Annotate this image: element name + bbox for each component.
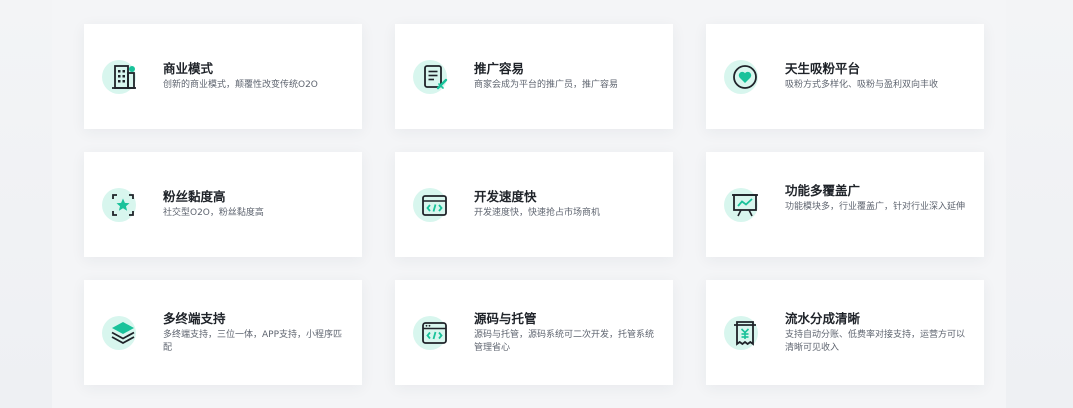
feature-title: 粉丝黏度高 xyxy=(163,189,226,204)
feature-card-fan-stickiness: 粉丝黏度高 社交型O2O，粉丝黏度高 xyxy=(84,152,362,257)
feature-description: 吸粉方式多样化、吸粉与盈利双向丰收 xyxy=(785,80,939,90)
feature-description: 创新的商业模式，颠覆性改变传统O2O xyxy=(163,80,318,90)
feature-description: 社交型O2O，粉丝黏度高 xyxy=(163,208,264,218)
feature-description: 商家会成为平台的推广员，推广容易 xyxy=(474,80,619,90)
document-edit-icon xyxy=(413,57,453,97)
feature-description: 多终端支持，三位一体，APP支持，小程序匹配 xyxy=(163,330,343,353)
feature-title: 推广容易 xyxy=(474,61,525,76)
feature-card-clear-revenue-split: 流水分成清晰 支持自动分账、低费率对接支持，运营方可以清晰可见收入 xyxy=(706,280,984,385)
feature-card-fan-platform: 天生吸粉平台 吸粉方式多样化、吸粉与盈利双向丰收 xyxy=(706,24,984,129)
feature-title: 天生吸粉平台 xyxy=(785,61,861,76)
feature-card-fast-development: 开发速度快 开发速度快，快速抢占市场商机 xyxy=(395,152,673,257)
layers-icon xyxy=(102,313,142,353)
building-icon xyxy=(102,57,142,97)
receipt-icon xyxy=(724,313,764,353)
presentation-chart-icon xyxy=(724,185,764,225)
feature-description: 功能模块多，行业覆盖广，针对行业深入延伸 xyxy=(785,202,966,212)
feature-card-source-hosting: 源码与托管 源码与托管，源码系统可二次开发，托管系统管理省心 xyxy=(395,280,673,385)
feature-title: 多终端支持 xyxy=(163,311,226,326)
feature-description: 支持自动分账、低费率对接支持，运营方可以清晰可见收入 xyxy=(785,330,966,353)
code-window-icon xyxy=(413,185,453,225)
feature-card-wide-coverage: 功能多覆盖广 功能模块多，行业覆盖广，针对行业深入延伸 xyxy=(706,152,984,257)
feature-title: 源码与托管 xyxy=(474,311,537,326)
heart-icon xyxy=(724,57,764,97)
feature-description: 开发速度快，快速抢占市场商机 xyxy=(474,208,601,218)
feature-card-easy-promotion: 推广容易 商家会成为平台的推广员，推广容易 xyxy=(395,24,673,129)
feature-title: 流水分成清晰 xyxy=(785,311,861,326)
feature-card-multi-terminal: 多终端支持 多终端支持，三位一体，APP支持，小程序匹配 xyxy=(84,280,362,385)
feature-description: 源码与托管，源码系统可二次开发，托管系统管理省心 xyxy=(474,330,655,353)
feature-title: 功能多覆盖广 xyxy=(785,183,861,198)
feature-card-business-model: 商业模式 创新的商业模式，颠覆性改变传统O2O xyxy=(84,24,362,129)
feature-title: 商业模式 xyxy=(163,61,214,76)
feature-title: 开发速度快 xyxy=(474,189,537,204)
feature-grid: 商业模式 创新的商业模式，颠覆性改变传统O2O 推广容易 商家会成为平台的推广员… xyxy=(84,24,986,386)
star-frame-icon xyxy=(102,185,142,225)
code-browser-icon xyxy=(413,313,453,353)
